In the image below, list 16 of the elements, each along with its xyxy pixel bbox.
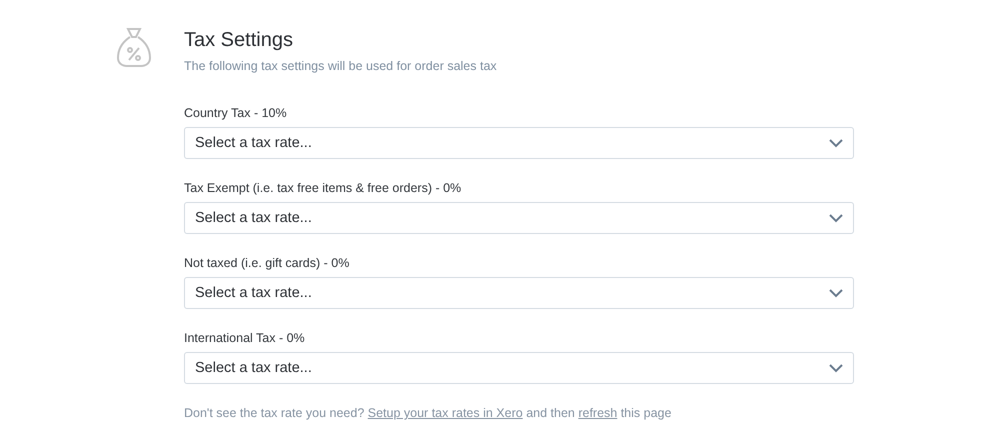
section-title: Tax Settings — [184, 29, 294, 52]
tax-rate-dropdown[interactable]: Select a tax rate... — [184, 202, 854, 234]
help-text: Don't see the tax rate you need? Setup your tax rates in Xero and then refresh this page — [184, 406, 672, 420]
field-label: Tax Exempt (i.e. tax free items & free orders) - 0% — [184, 181, 462, 195]
section-subtitle: The following tax settings will be used for order sales tax — [184, 59, 498, 73]
chevron-down-icon — [829, 138, 843, 148]
field-label: Not taxed (i.e. gift cards) - 0% — [184, 256, 350, 270]
chevron-down-icon — [829, 288, 843, 298]
tax-rate-dropdown[interactable]: Select a tax rate... — [184, 352, 854, 384]
tax-rate-dropdown[interactable]: Select a tax rate... — [184, 127, 854, 159]
tax-rate-dropdown[interactable]: Select a tax rate... — [184, 277, 854, 309]
money-bag-icon — [117, 27, 151, 67]
chevron-down-icon — [829, 214, 843, 222]
chevron-down-icon — [829, 364, 843, 372]
field-label: International Tax - 0% — [184, 331, 306, 345]
field-label: Country Tax - 10% — [184, 106, 288, 120]
